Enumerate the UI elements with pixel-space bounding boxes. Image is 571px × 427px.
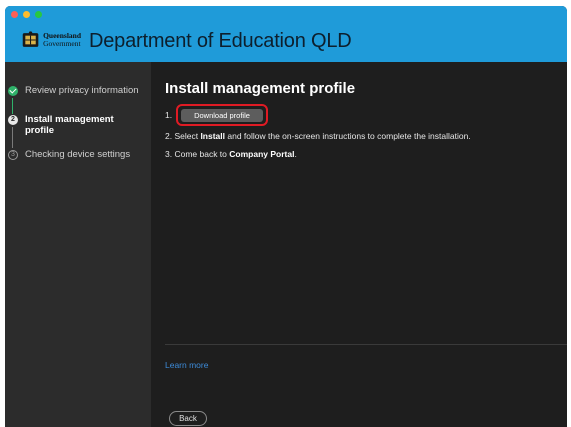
learn-more-link[interactable]: Learn more <box>165 360 208 370</box>
queensland-government-logo: Queensland Government <box>21 28 81 52</box>
back-button[interactable]: Back <box>169 411 207 426</box>
window-controls <box>11 11 42 19</box>
step-connector <box>12 98 13 114</box>
instruction-step-1: 1. <box>165 110 172 120</box>
step-label: Install management profile <box>25 114 114 136</box>
instruction-step-3: 3. Come back to Company Portal. <box>165 149 297 159</box>
step-label: Checking device settings <box>25 149 131 160</box>
step-label: Review privacy information <box>25 85 139 96</box>
step-2-bold: Install <box>200 131 225 141</box>
step-2-prefix: 2. Select <box>165 131 201 141</box>
step-3-prefix: 3. Come back to <box>165 149 230 159</box>
step-number-icon: 3 <box>8 150 18 160</box>
minimize-window-button[interactable] <box>23 11 30 18</box>
brand-header: Queensland Government Department of Educ… <box>5 6 567 62</box>
steps-sidebar: Review privacy information 2 Install man… <box>5 62 151 427</box>
step-3-suffix: . <box>294 149 297 159</box>
maximize-window-button[interactable] <box>35 11 42 18</box>
download-profile-button[interactable]: Download profile <box>181 109 263 122</box>
page-header-title: Department of Education QLD <box>89 30 352 52</box>
check-circle-icon <box>8 86 18 96</box>
download-highlight: Download profile <box>176 104 268 126</box>
page-title: Install management profile <box>165 80 356 97</box>
step-3-bold: Company Portal <box>229 149 295 159</box>
instruction-step-2: 2. Select Install and follow the on-scre… <box>165 131 471 141</box>
step-1-prefix: 1. <box>165 110 173 120</box>
app-window: Queensland Government Department of Educ… <box>5 6 567 427</box>
step-number-icon: 2 <box>8 115 18 125</box>
divider <box>165 344 567 345</box>
crest-icon <box>22 31 39 47</box>
close-window-button[interactable] <box>11 11 18 18</box>
logo-line-2: Government <box>43 39 81 48</box>
step-connector <box>12 127 13 148</box>
step-2-suffix: and follow the on-screen instructions to… <box>225 131 471 141</box>
main-content: Install management profile 1. Download p… <box>151 62 567 427</box>
